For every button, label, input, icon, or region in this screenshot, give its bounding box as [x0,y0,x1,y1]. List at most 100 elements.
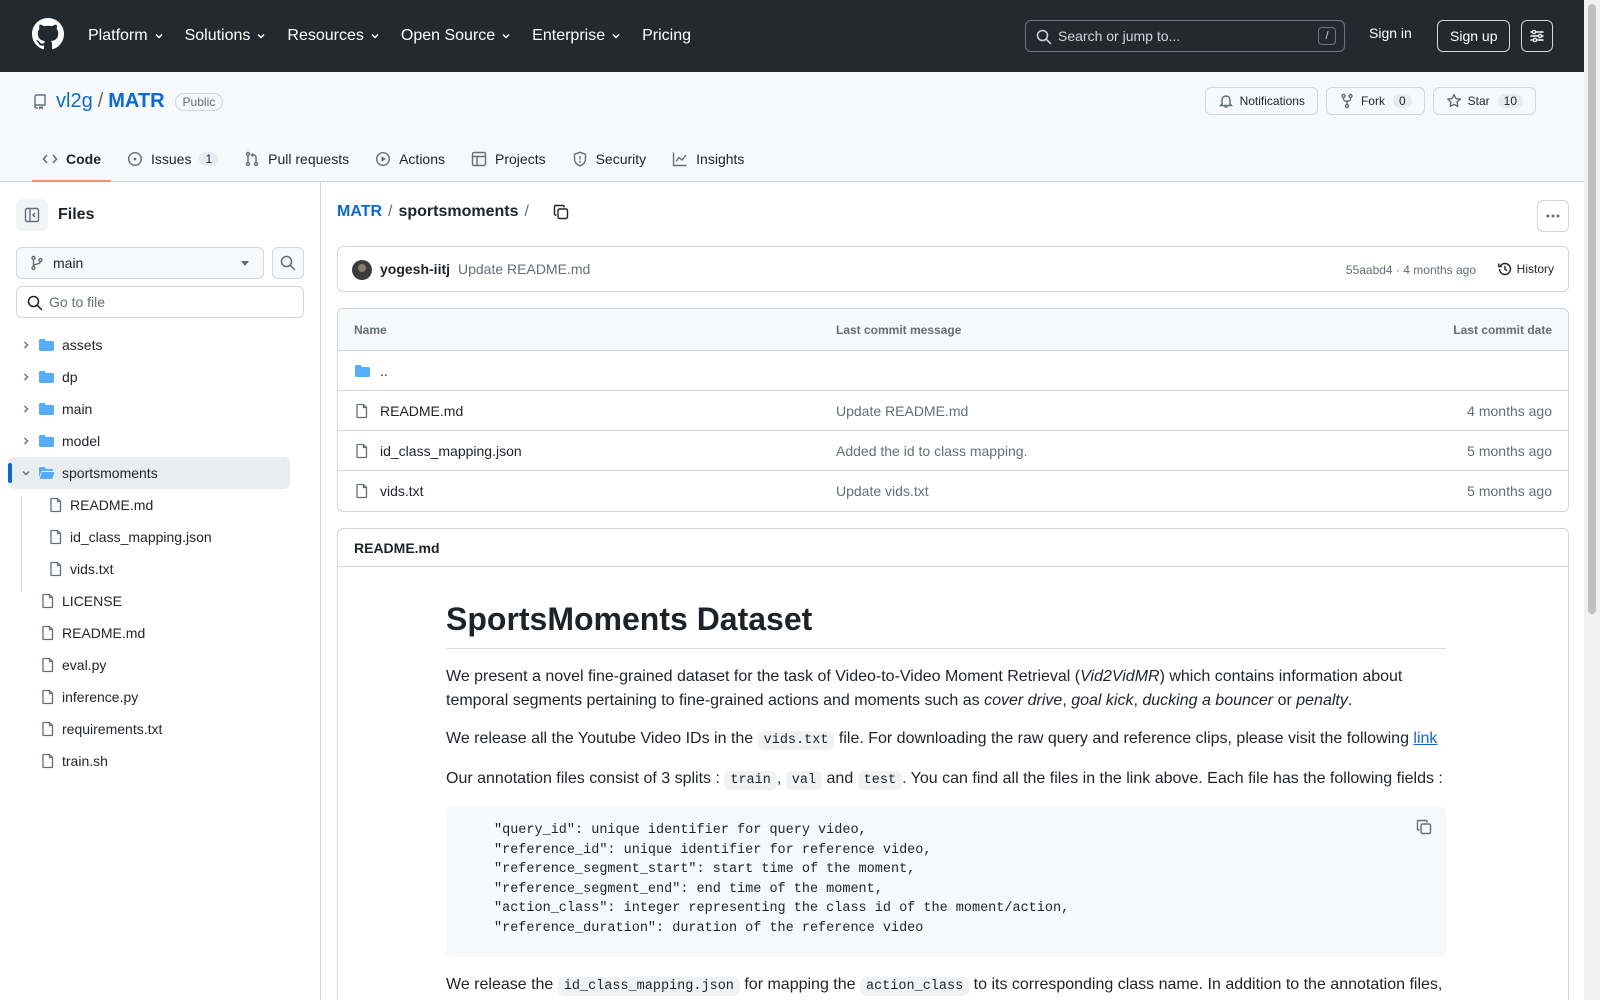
tab-security[interactable]: Security [562,136,657,182]
column-header-message: Last commit message [836,323,962,337]
tree-item-train-sh[interactable]: train.sh [8,745,290,777]
breadcrumb-trailing-separator: / [524,203,529,220]
file-icon [354,443,370,459]
commit-message-link[interactable]: Added the id to class mapping. [836,443,1027,459]
chevron-right-icon[interactable] [20,371,32,383]
table-row[interactable]: README.md Update README.md 4 months ago [338,391,1568,431]
readme-filename[interactable]: README.md [338,529,1568,567]
search-files-button[interactable] [272,247,304,279]
tree-item-readme-md[interactable]: README.md [8,489,290,521]
latest-commit-bar: yogesh-iitj Update README.md 55aabd4 · 4… [337,246,1569,292]
fork-button[interactable]: Fork 0 [1325,87,1425,115]
tree-item-label: requirements.txt [62,721,163,737]
nav-item-enterprise[interactable]: Enterprise [532,27,622,45]
parent-directory-row[interactable]: .. [338,351,1568,391]
tree-item-sportsmoments[interactable]: sportsmoments [8,457,290,489]
tab-actions[interactable]: Actions [365,136,455,182]
avatar[interactable] [352,260,372,280]
tree-item-id-class-mapping-json[interactable]: id_class_mapping.json [8,521,290,553]
copy-path-button[interactable] [553,204,569,220]
commit-message-link[interactable]: Update README.md [458,261,590,277]
tab-projects[interactable]: Projects [461,136,556,182]
chevron-right-icon[interactable] [20,435,32,447]
sign-up-button[interactable]: Sign up [1437,20,1511,52]
tree-item-eval-py[interactable]: eval.py [8,649,290,681]
chevron-down-icon[interactable] [20,467,32,479]
issue-icon [127,151,151,167]
tab-pull-requests[interactable]: Pull requests [234,136,359,182]
commit-author-link[interactable]: yogesh-iitj [380,261,450,277]
tree-item-label: eval.py [62,657,107,673]
fork-icon [1341,93,1353,109]
table-row[interactable]: id_class_mapping.json Added the id to cla… [338,431,1568,471]
file-icon [48,561,64,577]
breadcrumb-root-link[interactable]: MATR [337,203,382,221]
global-nav: Platform Solutions Resources Open Source Ent… [88,0,711,72]
repo-title: vl2g / MATR Public [32,90,224,113]
nav-item-solutions[interactable]: Solutions [185,27,268,45]
branch-selector[interactable]: main [16,247,264,279]
nav-item-platform[interactable]: Platform [88,27,165,45]
file-name-link[interactable]: vids.txt [380,483,424,499]
tree-item-inference-py[interactable]: inference.py [8,681,290,713]
tree-item-readme-md[interactable]: README.md [8,617,290,649]
tab-label: Actions [399,151,446,167]
nav-item-pricing[interactable]: Pricing [642,27,691,45]
tab-insights[interactable]: Insights [662,136,754,182]
tab-code[interactable]: Code [32,136,111,182]
table-row[interactable]: vids.txt Update vids.txt 5 months ago [338,471,1568,511]
tree-item-requirements-txt[interactable]: requirements.txt [8,713,290,745]
repo-name-link[interactable]: MATR [108,90,164,113]
tree-item-license[interactable]: LICENSE [8,585,290,617]
readme-paragraph-4: We release the id_class_mapping.json for… [446,976,1443,996]
file-icon [40,625,56,641]
commit-meta[interactable]: 55aabd4 · 4 months ago [1346,263,1476,277]
tree-item-label: vids.txt [70,561,114,577]
tree-item-model[interactable]: model [8,425,290,457]
commit-message-link[interactable]: Update vids.txt [836,483,929,499]
search-icon [280,255,296,271]
chevron-right-icon[interactable] [20,403,32,415]
branch-name: main [53,255,84,271]
commit-date: 5 months ago [1467,483,1552,499]
tab-label: Insights [696,151,745,167]
breadcrumb-separator: / [388,203,393,220]
tree-item-label: README.md [70,497,154,513]
tree-item-label: sportsmoments [62,465,158,481]
global-search-input[interactable]: Search or jump to... / [1025,20,1345,52]
tab-label: Security [595,151,647,167]
tree-item-assets[interactable]: assets [8,329,290,361]
chevron-right-icon[interactable] [20,339,32,351]
chevron-down-icon [255,30,267,42]
copy-code-button[interactable] [1416,819,1432,835]
shield-icon [572,151,596,167]
nav-item-open-source[interactable]: Open Source [401,27,512,45]
history-button[interactable]: History [1497,261,1554,277]
go-to-file-input[interactable]: Go to file [16,286,304,318]
global-header: Platform Solutions Resources Open Source Ent… [0,0,1584,72]
repo-owner-link[interactable]: vl2g [56,90,93,113]
tree-item-main[interactable]: main [8,393,290,425]
tree-item-vids-txt[interactable]: vids.txt [8,553,290,585]
file-name-link[interactable]: README.md [380,403,463,419]
star-button[interactable]: Star 10 [1432,87,1536,115]
copy-icon [1416,819,1432,835]
more-options-button[interactable] [1537,200,1569,232]
tree-item-dp[interactable]: dp [8,361,290,393]
download-link[interactable]: link [1413,730,1437,747]
page-scrollbar[interactable] [1584,0,1600,1000]
sliders-icon [1530,29,1544,43]
file-name-link[interactable]: id_class_mapping.json [380,443,522,459]
commit-message-link[interactable]: Update README.md [836,403,968,419]
collapse-sidebar-button[interactable] [16,199,48,231]
tab-label: Issues [151,151,192,167]
tab-issues[interactable]: Issues 1 [117,136,228,182]
file-icon [48,529,64,545]
sign-in-link[interactable]: Sign in [1369,25,1412,41]
nav-item-resources[interactable]: Resources [287,27,380,45]
scrollbar-thumb[interactable] [1588,4,1596,614]
notifications-button[interactable]: Notifications [1204,87,1318,115]
github-logo-icon[interactable] [32,18,64,50]
parent-directory-link[interactable]: .. [380,363,388,379]
header-menu-button[interactable] [1521,20,1553,52]
